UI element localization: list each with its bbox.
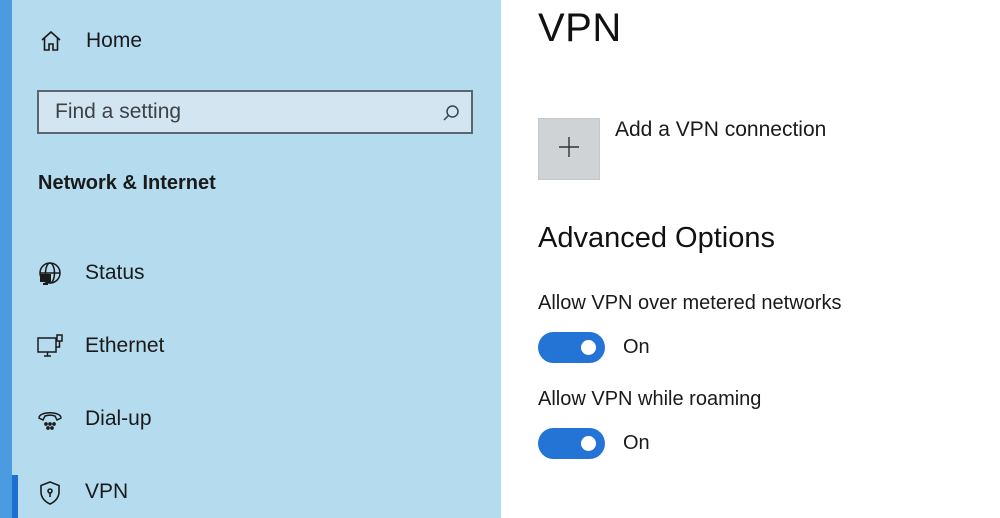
metered-networks-state: On	[623, 336, 650, 358]
home-icon	[38, 28, 64, 54]
sidebar: Home Network & Internet Status	[0, 0, 501, 518]
search-input[interactable]	[39, 92, 445, 132]
metered-networks-label: Allow VPN over metered networks	[538, 292, 842, 314]
plus-icon	[558, 136, 580, 163]
sidebar-item-status[interactable]: Status	[12, 251, 501, 295]
add-vpn-label[interactable]: Add a VPN connection	[615, 118, 826, 142]
shield-icon	[36, 479, 64, 507]
roaming-toggle[interactable]	[538, 428, 605, 459]
sidebar-edge	[0, 0, 12, 518]
ethernet-icon	[36, 333, 64, 361]
search-icon[interactable]	[441, 103, 461, 123]
metered-networks-toggle[interactable]	[538, 332, 605, 363]
sidebar-item-label: VPN	[85, 480, 129, 503]
dial-up-icon	[36, 406, 64, 434]
main-content: VPN Add a VPN connection Advanced Option…	[501, 0, 1000, 518]
page-title: VPN	[538, 6, 622, 50]
add-vpn-tile[interactable]	[538, 118, 600, 180]
advanced-options-heading: Advanced Options	[538, 222, 775, 254]
sidebar-item-label: Status	[85, 261, 145, 284]
sidebar-item-ethernet[interactable]: Ethernet	[12, 324, 501, 368]
sidebar-item-label: Ethernet	[85, 334, 165, 357]
sidebar-item-dial-up[interactable]: Dial-up	[12, 397, 501, 441]
roaming-state: On	[623, 432, 650, 454]
home-label: Home	[86, 29, 143, 52]
toggle-knob	[581, 436, 596, 451]
search-box[interactable]	[37, 90, 473, 134]
roaming-label: Allow VPN while roaming	[538, 388, 762, 410]
add-vpn-button[interactable]: Add a VPN connection	[538, 118, 826, 180]
sidebar-item-vpn[interactable]: VPN	[12, 470, 501, 514]
home-link[interactable]: Home	[38, 26, 142, 56]
globe-monitor-icon	[36, 260, 64, 288]
section-title: Network & Internet	[38, 172, 216, 194]
toggle-knob	[581, 340, 596, 355]
sidebar-item-label: Dial-up	[85, 407, 152, 430]
